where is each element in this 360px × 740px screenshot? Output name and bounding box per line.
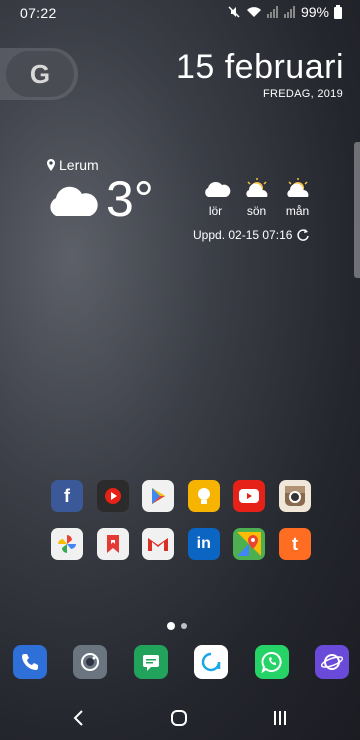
app-grid: f in t [51, 480, 311, 576]
edge-panel-handle[interactable] [354, 142, 360, 278]
battery-percent: 99% [300, 4, 329, 20]
google-search-button[interactable]: G [6, 51, 74, 97]
signal-icon [283, 6, 295, 18]
forecast-day-label: sön [246, 204, 267, 218]
weather-location-label: Lerum [59, 157, 99, 173]
linkedin-icon[interactable]: in [187, 528, 220, 560]
weather-updated-text: Uppd. 02-15 07:16 [193, 228, 293, 242]
status-bar: 07:22 99% [0, 0, 360, 26]
page-dot-active [167, 622, 175, 630]
youtube-icon[interactable] [233, 480, 266, 512]
google-search-widget[interactable]: G [0, 48, 78, 100]
back-icon[interactable] [66, 706, 90, 730]
messages-icon[interactable] [133, 645, 168, 679]
signal-icon [266, 6, 278, 18]
maps-icon[interactable] [233, 528, 266, 560]
page-indicator [167, 622, 187, 630]
wifi-icon [246, 7, 261, 17]
google-logo-icon: G [29, 58, 51, 89]
forecast-day-label: mån [285, 204, 310, 218]
assistant-icon[interactable] [194, 645, 229, 679]
forecast-day: lör [198, 178, 233, 218]
status-time: 07:22 [20, 5, 57, 21]
play-store-icon[interactable] [142, 480, 175, 512]
weekday-year: FREDAG, 2019 [262, 88, 343, 100]
cloud-icon [204, 181, 230, 197]
internet-icon[interactable] [314, 645, 349, 679]
app-row: f [51, 480, 311, 512]
gmail-icon[interactable] [142, 528, 175, 560]
forecast-day: mån [280, 178, 315, 218]
app-row: in t [51, 528, 311, 560]
bookmark-app-icon[interactable] [96, 528, 129, 560]
weather-temperature[interactable]: 3° [106, 170, 154, 228]
navigation-bar [0, 696, 360, 740]
recents-icon[interactable] [268, 706, 292, 730]
partly-sunny-icon [286, 178, 308, 197]
page-dot [181, 623, 187, 629]
status-icons: 99% [227, 4, 342, 20]
facebook-icon[interactable]: f [51, 480, 83, 512]
dock [13, 645, 349, 679]
forecast-day-label: lör [208, 204, 223, 218]
cloud-icon [50, 186, 98, 216]
weather-location[interactable]: Lerum [46, 157, 99, 173]
refresh-icon[interactable] [296, 228, 310, 242]
whatsapp-icon[interactable] [254, 645, 289, 679]
home-icon[interactable] [167, 706, 191, 730]
battery-icon [334, 5, 342, 19]
camera-icon[interactable] [73, 645, 108, 679]
date-widget[interactable]: 15 februari [176, 48, 344, 87]
weather-updated[interactable]: Uppd. 02-15 07:16 [193, 228, 310, 242]
partly-sunny-icon [245, 178, 267, 197]
t-app-icon[interactable]: t [278, 528, 311, 560]
forecast-day: sön [239, 178, 274, 218]
weather-forecast[interactable]: lör sön mån [198, 178, 315, 218]
phone-icon[interactable] [13, 645, 47, 679]
instagram-icon[interactable] [278, 480, 311, 512]
photos-icon[interactable] [51, 528, 83, 560]
youtube-music-icon[interactable] [96, 480, 129, 512]
mute-icon [228, 6, 240, 18]
keep-icon[interactable] [187, 480, 220, 512]
location-pin-icon [47, 159, 55, 171]
